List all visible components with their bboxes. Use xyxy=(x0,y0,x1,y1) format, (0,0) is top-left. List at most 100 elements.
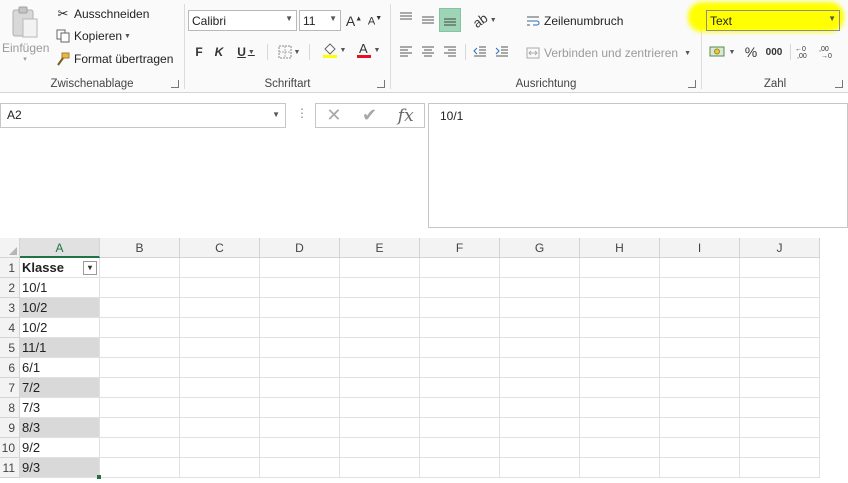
empty-cell[interactable] xyxy=(340,258,420,278)
empty-cell[interactable] xyxy=(340,438,420,458)
empty-cell[interactable] xyxy=(420,358,500,378)
cut-button[interactable]: ✂ Ausschneiden xyxy=(55,6,150,22)
empty-cell[interactable] xyxy=(500,358,580,378)
alignment-launcher-icon[interactable] xyxy=(688,80,696,88)
row-header-5[interactable]: 5 xyxy=(0,338,20,358)
empty-cell[interactable] xyxy=(420,438,500,458)
thousands-separator-button[interactable]: 000 xyxy=(762,42,786,62)
empty-cell[interactable] xyxy=(260,278,340,298)
decrease-decimal-button[interactable]: ,00 →0 xyxy=(818,42,838,62)
number-launcher-icon[interactable] xyxy=(835,80,843,88)
enter-icon[interactable]: ✔ xyxy=(362,105,377,126)
format-painter-button[interactable]: Format übertragen xyxy=(55,51,173,67)
wrap-text-button[interactable]: Zeilenumbruch xyxy=(525,13,623,29)
empty-cell[interactable] xyxy=(660,258,740,278)
empty-cell[interactable] xyxy=(100,378,180,398)
empty-cell[interactable] xyxy=(580,418,660,438)
clipboard-launcher-icon[interactable] xyxy=(171,80,179,88)
empty-cell[interactable] xyxy=(660,418,740,438)
empty-cell[interactable] xyxy=(100,398,180,418)
empty-cell[interactable] xyxy=(580,318,660,338)
font-launcher-icon[interactable] xyxy=(377,80,385,88)
empty-cell[interactable] xyxy=(660,398,740,418)
header-cell[interactable]: Klasse ▾ xyxy=(20,258,100,278)
name-box[interactable]: A2 ▼ xyxy=(0,103,286,128)
empty-cell[interactable] xyxy=(180,258,260,278)
percent-button[interactable]: % xyxy=(742,42,760,62)
empty-cell[interactable] xyxy=(260,458,340,478)
empty-cell[interactable] xyxy=(100,338,180,358)
empty-cell[interactable] xyxy=(100,358,180,378)
empty-cell[interactable] xyxy=(100,278,180,298)
align-center-button[interactable] xyxy=(419,42,437,62)
empty-cell[interactable] xyxy=(420,298,500,318)
italic-button[interactable]: K xyxy=(211,42,227,62)
empty-cell[interactable] xyxy=(100,298,180,318)
decrease-indent-button[interactable] xyxy=(471,42,489,62)
empty-cell[interactable] xyxy=(580,398,660,418)
empty-cell[interactable] xyxy=(340,298,420,318)
empty-cell[interactable] xyxy=(100,258,180,278)
empty-cell[interactable] xyxy=(420,278,500,298)
empty-cell[interactable] xyxy=(100,438,180,458)
column-header-e[interactable]: E xyxy=(340,238,420,258)
row-header-10[interactable]: 10 xyxy=(0,438,20,458)
empty-cell[interactable] xyxy=(500,378,580,398)
empty-cell[interactable] xyxy=(420,418,500,438)
empty-cell[interactable] xyxy=(580,278,660,298)
empty-cell[interactable] xyxy=(260,318,340,338)
empty-cell[interactable] xyxy=(260,438,340,458)
empty-cell[interactable] xyxy=(500,438,580,458)
data-cell[interactable]: 10/2 xyxy=(20,298,100,318)
data-cell[interactable]: 10/2 xyxy=(20,318,100,338)
empty-cell[interactable] xyxy=(180,378,260,398)
font-color-button[interactable]: A ▼ xyxy=(353,40,383,60)
empty-cell[interactable] xyxy=(500,258,580,278)
paste-button[interactable]: Einfügen ▾ xyxy=(2,4,49,68)
row-header-8[interactable]: 8 xyxy=(0,398,20,418)
copy-dropdown-icon[interactable]: ▼ xyxy=(124,33,131,40)
select-all-button[interactable] xyxy=(0,238,20,258)
empty-cell[interactable] xyxy=(340,378,420,398)
empty-cell[interactable] xyxy=(260,358,340,378)
empty-cell[interactable] xyxy=(340,398,420,418)
data-cell[interactable]: 8/3 xyxy=(20,418,100,438)
fill-color-button[interactable]: ▼ xyxy=(319,40,349,60)
empty-cell[interactable] xyxy=(580,458,660,478)
empty-cell[interactable] xyxy=(420,338,500,358)
empty-cell[interactable] xyxy=(740,318,820,338)
fill-handle[interactable] xyxy=(97,475,101,479)
empty-cell[interactable] xyxy=(500,338,580,358)
data-cell[interactable]: 6/1 xyxy=(20,358,100,378)
bold-button[interactable]: F xyxy=(191,42,207,62)
row-header-9[interactable]: 9 xyxy=(0,418,20,438)
empty-cell[interactable] xyxy=(260,258,340,278)
empty-cell[interactable] xyxy=(260,338,340,358)
empty-cell[interactable] xyxy=(340,458,420,478)
empty-cell[interactable] xyxy=(660,298,740,318)
insert-function-icon[interactable]: fx xyxy=(398,106,414,126)
empty-cell[interactable] xyxy=(420,378,500,398)
increase-indent-button[interactable] xyxy=(493,42,511,62)
empty-cell[interactable] xyxy=(500,318,580,338)
align-top-button[interactable] xyxy=(397,8,415,28)
row-header-3[interactable]: 3 xyxy=(0,298,20,318)
borders-button[interactable]: ▼ xyxy=(275,42,303,62)
column-header-h[interactable]: H xyxy=(580,238,660,258)
empty-cell[interactable] xyxy=(100,418,180,438)
empty-cell[interactable] xyxy=(740,378,820,398)
empty-cell[interactable] xyxy=(340,418,420,438)
column-header-f[interactable]: F xyxy=(420,238,500,258)
empty-cell[interactable] xyxy=(260,378,340,398)
data-cell[interactable]: 9/3 xyxy=(20,458,100,478)
empty-cell[interactable] xyxy=(500,398,580,418)
empty-cell[interactable] xyxy=(740,458,820,478)
data-cell[interactable]: 11/1 xyxy=(20,338,100,358)
empty-cell[interactable] xyxy=(340,338,420,358)
empty-cell[interactable] xyxy=(660,438,740,458)
filter-dropdown-icon[interactable]: ▾ xyxy=(83,261,97,275)
empty-cell[interactable] xyxy=(180,278,260,298)
shrink-font-button[interactable]: A▼ xyxy=(366,11,384,31)
cancel-icon[interactable]: ✕ xyxy=(326,105,341,126)
currency-format-button[interactable]: ▼ xyxy=(706,42,738,62)
